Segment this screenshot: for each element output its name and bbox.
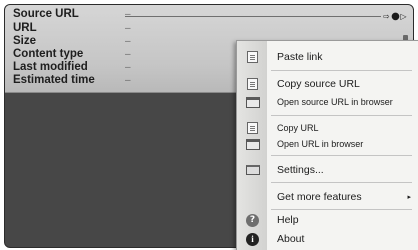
paste-icon (245, 51, 260, 64)
collapse-icon[interactable]: ▷ (399, 12, 408, 21)
menu-item-label: About (277, 233, 305, 245)
url-label: URL (13, 22, 37, 34)
menu-item-label: Open source URL in browser (277, 97, 393, 107)
submenu-arrow-icon: ▸ (407, 193, 411, 201)
menu-separator (271, 209, 412, 210)
info-row-size: Size – (13, 34, 131, 48)
menu-item-open-url[interactable]: Open URL in browser (237, 137, 418, 151)
menu-item-about[interactable]: i About (237, 231, 418, 247)
info-row-source-url: Source URL – (13, 7, 131, 21)
source-url-value: – (125, 8, 131, 20)
menu-item-copy-source-url[interactable]: Copy source URL (237, 76, 418, 92)
info-row-estimated-time: Estimated time – (13, 73, 131, 87)
url-value: – (125, 22, 131, 34)
browser-window-icon (245, 138, 260, 151)
browser-window-icon (245, 96, 260, 109)
size-value: – (125, 35, 131, 47)
menu-item-label: Help (277, 214, 299, 226)
menu-item-label: Get more features (277, 191, 362, 203)
last-modified-label: Last modified (13, 61, 88, 73)
menu-item-label: Copy source URL (277, 78, 360, 90)
content-type-label: Content type (13, 48, 84, 60)
menu-item-label: Open URL in browser (277, 139, 364, 149)
context-menu: Paste link Copy source URL Open source U… (236, 40, 418, 250)
size-label: Size (13, 35, 37, 47)
help-icon: ? (245, 213, 260, 227)
menu-separator (271, 70, 412, 71)
menu-item-settings[interactable]: Settings... (237, 162, 418, 178)
menu-item-open-source-url[interactable]: Open source URL in browser (237, 94, 418, 110)
menu-item-help[interactable]: ? Help (237, 212, 418, 228)
copy-icon (245, 78, 260, 91)
info-row-content-type: Content type – (13, 47, 131, 61)
menu-item-get-more-features[interactable]: Get more features ▸ (237, 189, 418, 205)
about-icon: i (245, 232, 260, 246)
menu-item-label: Paste link (277, 51, 323, 63)
info-row-url: URL – (13, 21, 131, 35)
last-modified-value: – (125, 61, 131, 73)
estimated-time-value: – (125, 74, 131, 86)
menu-item-copy-url[interactable]: Copy URL (237, 121, 418, 135)
menu-separator (271, 155, 412, 156)
source-url-label: Source URL (13, 8, 79, 20)
estimated-time-label: Estimated time (13, 74, 95, 86)
menu-separator (271, 182, 412, 183)
menu-item-label: Settings... (277, 164, 324, 176)
copy-icon (245, 122, 260, 135)
menu-item-paste-link[interactable]: Paste link (237, 49, 418, 65)
menu-separator (271, 115, 412, 116)
content-type-value: – (125, 48, 131, 60)
settings-icon (245, 164, 260, 177)
source-url-field-line (125, 16, 381, 17)
info-row-last-modified: Last modified – (13, 60, 131, 74)
menu-item-label: Copy URL (277, 123, 319, 133)
